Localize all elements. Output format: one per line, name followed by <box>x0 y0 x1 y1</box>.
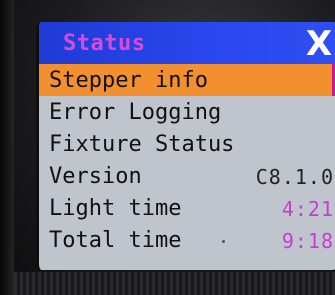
menu-item-label: Fixture Status <box>49 132 235 157</box>
close-icon[interactable]: X <box>302 22 335 64</box>
menu-item-error-logging[interactable]: Error Logging <box>39 96 335 128</box>
light-time-value: 4:21 <box>281 197 334 221</box>
total-time-value: 9:18 <box>281 229 334 253</box>
housing-grille <box>14 272 335 295</box>
status-menu: Stepper info Error Logging Fixture Statu… <box>39 64 335 256</box>
title-bar: Status X <box>39 22 335 64</box>
menu-item-label: Total time <box>49 228 182 253</box>
menu-item-stepper-info[interactable]: Stepper info <box>39 64 335 96</box>
menu-item-total-time[interactable]: Total time 9:18 <box>39 224 335 256</box>
screen-speck <box>222 240 225 243</box>
menu-item-label: Version <box>49 164 142 189</box>
menu-item-label: Error Logging <box>49 100 222 125</box>
version-value: C8.1.0 <box>255 165 334 189</box>
menu-item-label: Light time <box>49 196 182 221</box>
housing-edge <box>0 0 14 295</box>
menu-item-label: Stepper info <box>49 68 208 93</box>
menu-item-light-time[interactable]: Light time 4:21 <box>39 192 335 224</box>
lcd-screen: Status X Stepper info Error Logging Fixt… <box>36 22 335 270</box>
menu-item-version[interactable]: Version C8.1.0 <box>39 160 335 192</box>
menu-item-fixture-status[interactable]: Fixture Status <box>39 128 335 160</box>
screen-title: Status <box>63 31 146 56</box>
